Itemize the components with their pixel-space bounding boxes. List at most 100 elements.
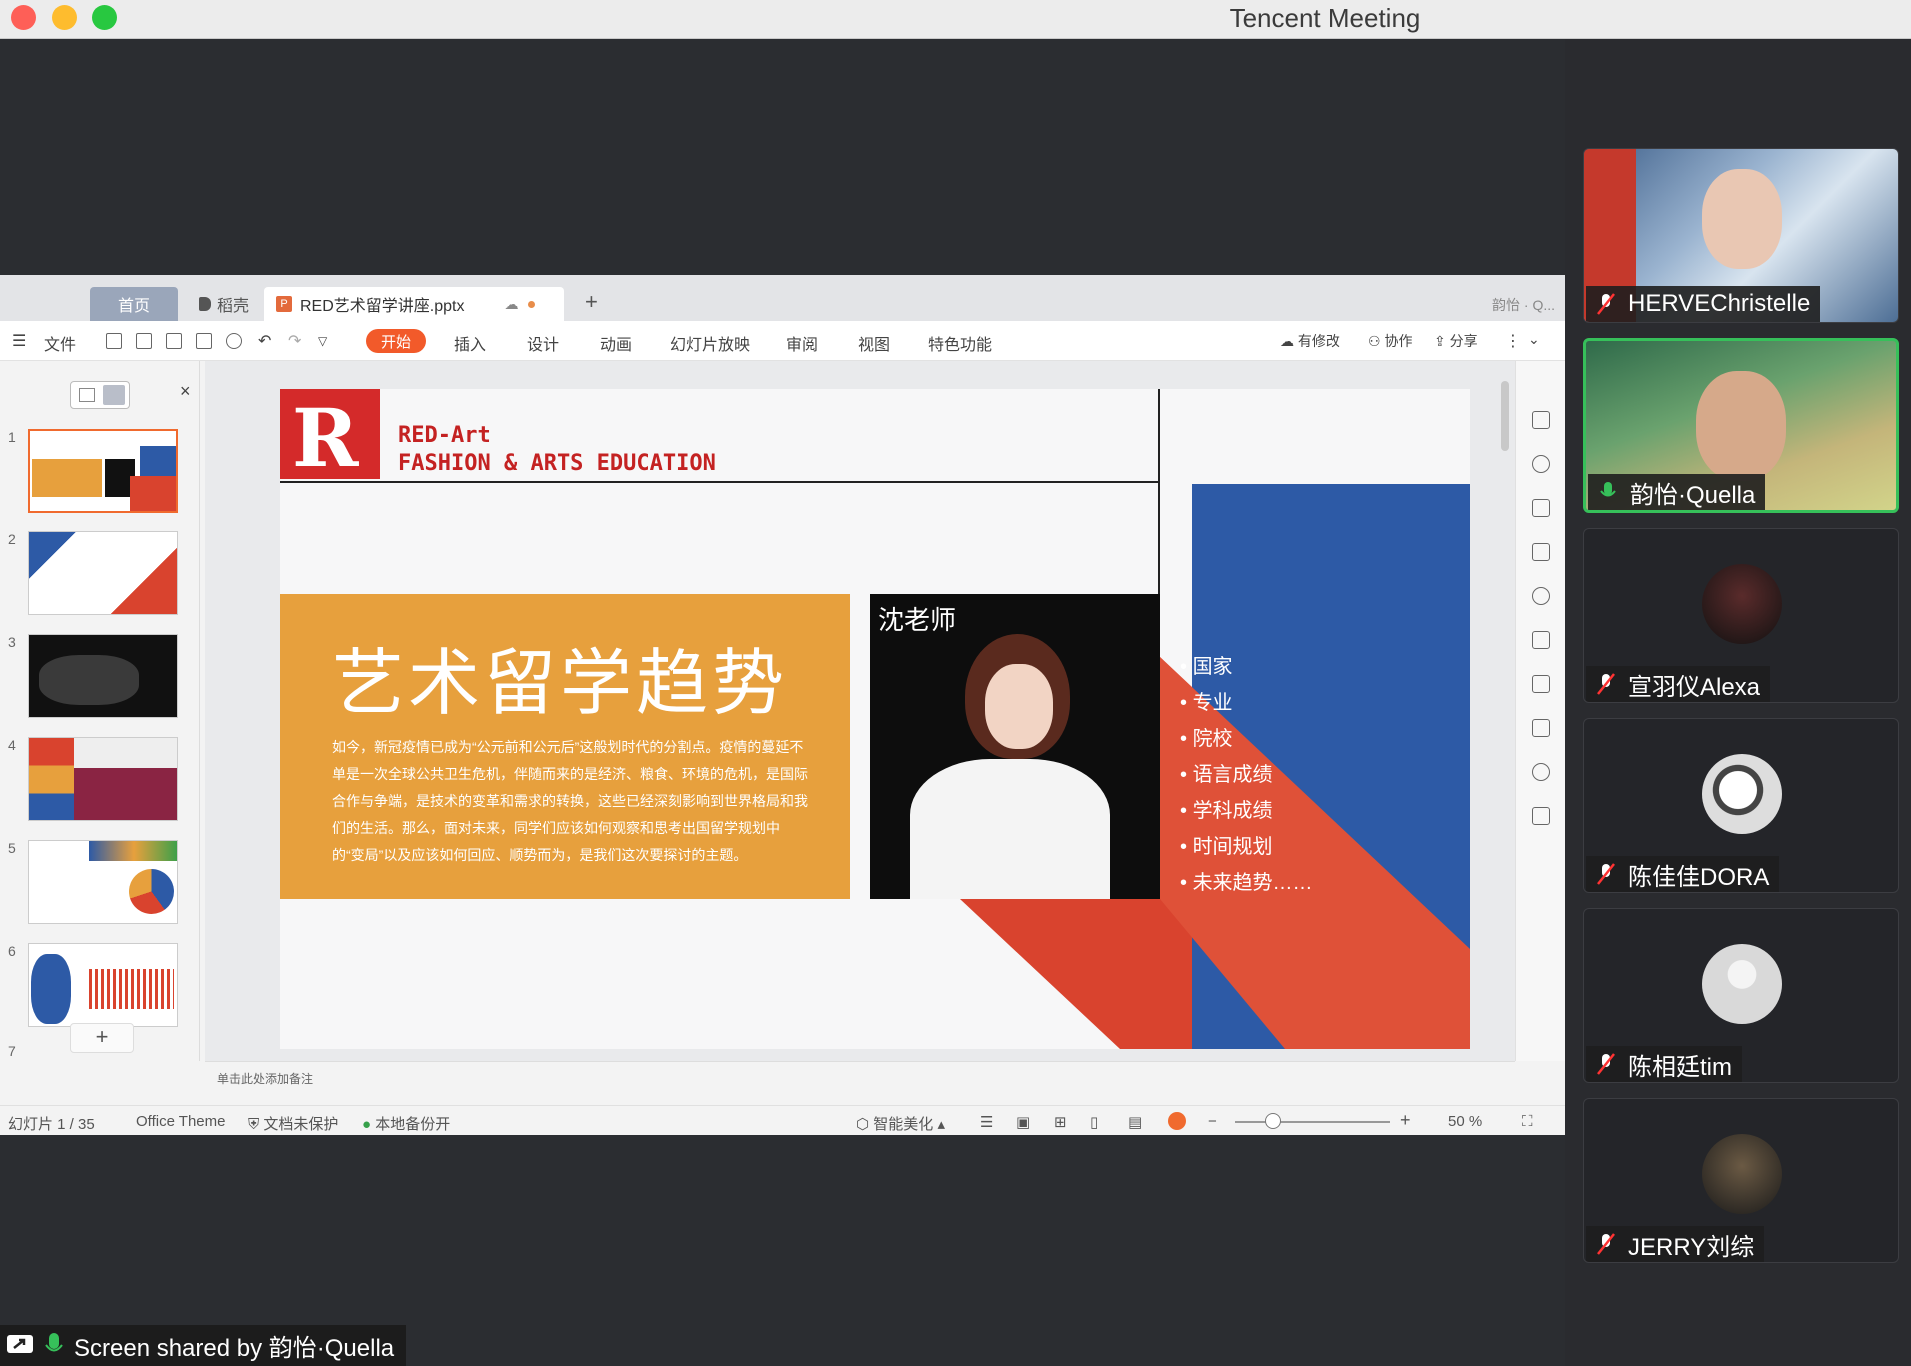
thumbnail-view-toggle[interactable] — [70, 381, 130, 409]
settings-sliders-icon[interactable] — [1532, 719, 1550, 737]
more-dropdown-icon[interactable]: ▽ — [318, 334, 327, 348]
theme-name[interactable]: Office Theme — [136, 1113, 226, 1130]
topic-label: 学科成绩 — [1192, 800, 1273, 822]
wps-tab-bar: 首页 稻壳 P RED艺术留学讲座.pptx ☁ + 韵怡 · Q... — [0, 275, 1565, 321]
share-button[interactable]: ⇪ 分享 — [1434, 331, 1478, 351]
participant-video-face — [1696, 371, 1786, 481]
participant-tile[interactable]: 陈相廷tim — [1583, 908, 1899, 1083]
brand-tagline: FASHION & ARTS EDUCATION — [398, 451, 716, 476]
print-icon[interactable] — [196, 333, 212, 349]
daoke-icon — [198, 297, 211, 311]
presenter-view-icon[interactable]: ▤ — [1128, 1113, 1142, 1131]
slide-layout-icon[interactable] — [1532, 631, 1550, 649]
tab-design[interactable]: 设计 — [527, 331, 559, 355]
slide-thumbnail-panel: × 1 2 3 4 5 6 7 + — [0, 361, 200, 1061]
history-icon[interactable] — [1532, 763, 1550, 781]
play-slideshow-icon[interactable] — [1168, 1112, 1186, 1130]
export-pdf-icon[interactable] — [166, 333, 182, 349]
participant-tile[interactable]: 宣羽仪Alexa — [1583, 528, 1899, 703]
collab-button[interactable]: ⚇ 协作 — [1368, 331, 1412, 351]
window-title: Tencent Meeting — [1229, 3, 1421, 33]
font-style-icon[interactable] — [1532, 499, 1550, 517]
participant-tile[interactable]: 陈佳佳DORA — [1583, 718, 1899, 893]
participant-tile[interactable]: 韵怡·Quella — [1583, 338, 1899, 513]
maximize-window-button[interactable] — [92, 5, 117, 30]
normal-view-icon[interactable]: ▣ — [1016, 1113, 1030, 1131]
slide-thumbnail-2[interactable] — [28, 531, 178, 615]
fit-window-icon[interactable]: ⛶ — [1522, 1113, 1533, 1130]
slide-thumbnail-4[interactable] — [28, 737, 178, 821]
redo-icon[interactable]: ↷ — [288, 331, 301, 351]
tab-daoke[interactable]: 稻壳 — [184, 287, 264, 321]
shapes-icon[interactable] — [1532, 455, 1550, 473]
tab-view[interactable]: 视图 — [858, 331, 890, 355]
backup-status[interactable]: ● 本地备份开 — [362, 1113, 450, 1134]
collapse-ribbon-icon[interactable]: ⌄ — [1528, 331, 1540, 348]
undo-icon[interactable]: ↶ — [258, 331, 271, 351]
topic-label: 时间规划 — [1192, 836, 1273, 858]
participant-tile[interactable]: JERRY刘综 — [1583, 1098, 1899, 1263]
tab-home[interactable]: 首页 — [90, 287, 178, 321]
smart-beautify-button[interactable]: ⬡ 智能美化 ▴ — [856, 1113, 945, 1134]
modified-status[interactable]: ☁ 有修改 — [1280, 331, 1340, 351]
speaker-photo: 沈老师 — [870, 594, 1160, 899]
tab-slideshow[interactable]: 幻灯片放映 — [670, 331, 750, 355]
zoom-in-icon[interactable]: + — [1400, 1110, 1411, 1131]
close-panel-icon[interactable]: × — [180, 381, 191, 402]
outline-view-icon[interactable] — [79, 388, 95, 402]
speaker-face — [985, 664, 1053, 749]
tab-insert[interactable]: 插入 — [454, 331, 486, 355]
minimize-window-button[interactable] — [52, 5, 77, 30]
print-preview-icon[interactable] — [226, 333, 242, 349]
topic-item: • 时间规划 — [1180, 836, 1273, 858]
slide-thumbnail-6[interactable] — [28, 943, 178, 1027]
protection-status[interactable]: ⛨ 文档未保护 — [248, 1113, 338, 1134]
slide-headline: 艺术留学趋势 — [332, 644, 789, 724]
thumb-number: 5 — [8, 840, 16, 856]
menu-file[interactable]: 文件 — [44, 331, 76, 355]
more-options-icon[interactable]: ⋮ — [1505, 331, 1521, 351]
save-icon[interactable] — [136, 333, 152, 349]
comment-icon[interactable] — [1532, 411, 1550, 429]
slide-thumbnail-5[interactable] — [28, 840, 178, 924]
sorter-view-icon[interactable]: ⊞ — [1054, 1113, 1067, 1131]
notes-area[interactable]: 单击此处添加备注 — [205, 1061, 1515, 1091]
reading-view-icon[interactable]: ▯ — [1090, 1113, 1098, 1131]
tab-animation[interactable]: 动画 — [600, 331, 632, 355]
thumb-number: 2 — [8, 531, 16, 547]
slide-thumbnail-1[interactable] — [28, 429, 178, 513]
zoom-level[interactable]: 50 % — [1448, 1113, 1482, 1130]
account-label[interactable]: 韵怡 · Q... — [1492, 295, 1555, 315]
participant-tile[interactable]: HERVEChristelle — [1583, 148, 1899, 323]
slide-view-icon[interactable] — [103, 385, 125, 405]
new-tab-button[interactable]: + — [585, 289, 598, 315]
close-window-button[interactable] — [11, 5, 36, 30]
notes-toggle-icon[interactable]: ☰ — [980, 1113, 993, 1131]
tab-review[interactable]: 审阅 — [786, 331, 818, 355]
participant-name-tag: 韵怡·Quella — [1588, 474, 1766, 510]
slide-counter: 幻灯片 1 / 35 — [8, 1116, 95, 1133]
tab-active-file[interactable]: P RED艺术留学讲座.pptx ☁ — [264, 287, 564, 321]
title-panel: 艺术留学趋势 如今，新冠疫情已成为“公元前和公元后”这般划时代的分割点。疫情的蔓… — [280, 594, 850, 899]
screen-share-icon — [7, 1334, 33, 1353]
hamburger-menu-icon[interactable]: ☰ — [12, 331, 26, 351]
open-folder-icon[interactable] — [106, 333, 122, 349]
slide-body-text: 如今，新冠疫情已成为“公元前和公元后”这般划时代的分割点。疫情的蔓延不单是一次全… — [332, 739, 808, 863]
vertical-scrollbar[interactable] — [1501, 381, 1509, 451]
tab-special[interactable]: 特色功能 — [928, 331, 992, 355]
thumb-number: 1 — [8, 429, 16, 445]
slide-thumbnail-3[interactable] — [28, 634, 178, 718]
tab-start[interactable]: 开始 — [366, 329, 426, 353]
notes-placeholder: 单击此处添加备注 — [217, 1072, 314, 1086]
favorite-icon[interactable] — [1532, 675, 1550, 693]
mic-active-icon — [45, 1332, 63, 1351]
image-icon[interactable] — [1532, 807, 1550, 825]
share-icon: ⇪ — [1434, 333, 1450, 349]
object-icon[interactable] — [1532, 587, 1550, 605]
zoom-slider-track[interactable] — [1235, 1121, 1390, 1123]
topic-item: • 学科成绩 — [1180, 800, 1273, 822]
zoom-slider-handle[interactable] — [1265, 1113, 1281, 1129]
zoom-out-icon[interactable]: − — [1208, 1113, 1217, 1130]
format-painter-icon[interactable] — [1532, 543, 1550, 561]
add-slide-button[interactable]: + — [70, 1023, 134, 1053]
